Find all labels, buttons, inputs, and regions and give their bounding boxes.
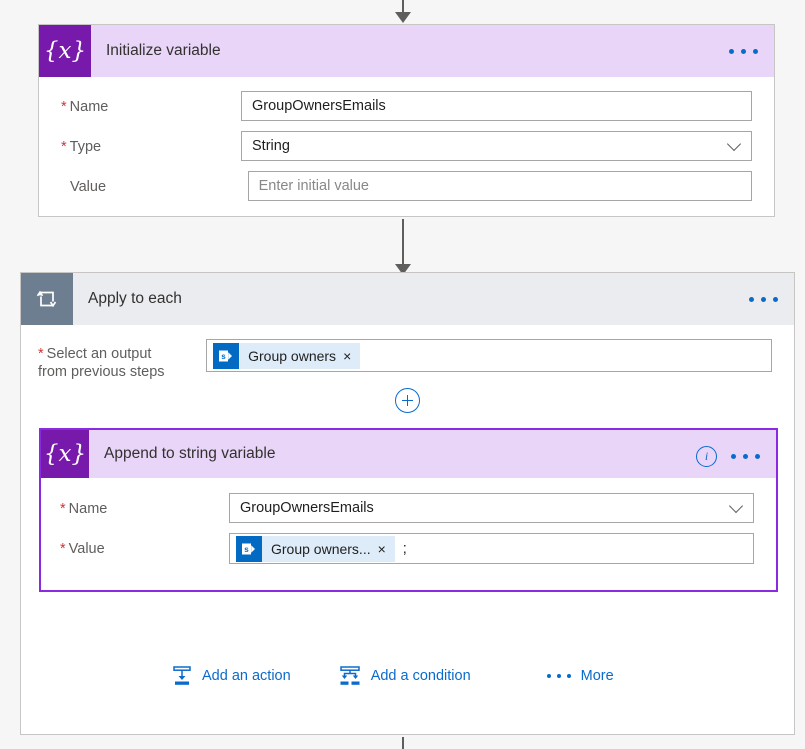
footer-actions: Add an action Add a condition More [171,665,614,687]
add-an-action-button[interactable]: Add an action [171,665,291,687]
select-output-input[interactable]: s Group owners × [206,339,772,372]
loop-repeat-icon [21,273,73,325]
add-an-action-label: Add an action [202,668,291,684]
append-name-label: * Name [60,501,108,517]
add-a-condition-label: Add a condition [370,668,471,684]
required-asterisk: * [38,346,44,362]
required-asterisk: * [60,501,66,517]
name-label: * Name [61,99,109,115]
apply-to-each-card[interactable]: Apply to each * Select an output from pre… [20,272,795,735]
ellipsis-menu-icon[interactable] [749,296,778,302]
select-output-label: * Select an output from previous steps [38,346,165,381]
chevron-down-icon [726,136,742,152]
add-a-condition-button[interactable]: Add a condition [338,665,471,687]
token-chip-group-owners[interactable]: s Group owners... × [236,535,395,562]
token-chip-label: Group owners [248,347,337,364]
more-dots-icon [546,674,571,678]
value-trailing-text: ; [402,540,407,557]
sharepoint-icon: s [213,342,240,369]
initialize-variable-header: {x} Initialize variable [39,25,774,77]
add-action-icon [171,665,193,687]
name-input[interactable]: GroupOwnersEmails [241,91,752,121]
value-label: Value [70,179,107,195]
ellipsis-menu-icon[interactable] [729,48,758,54]
ellipsis-menu-icon[interactable] [731,453,760,459]
variable-braces-icon: {x} [39,25,91,77]
svg-text:s: s [244,545,249,554]
field-row-append-value: * Value s Group owners... × ; [41,533,776,564]
append-to-string-variable-card[interactable]: {x} Append to string variable i * Name G… [39,428,778,592]
arrow-down-icon [394,12,411,23]
connector-bottom [0,737,805,749]
type-dropdown[interactable]: String [241,131,752,161]
more-button[interactable]: More [546,668,614,684]
add-step-button[interactable] [395,388,420,413]
field-row-append-name: * Name GroupOwnersEmails [41,493,776,523]
apply-to-each-header: Apply to each [21,273,794,325]
info-icon[interactable]: i [696,445,717,467]
append-value-input[interactable]: s Group owners... × ; [229,533,754,564]
token-chip-label: Group owners... [271,540,371,557]
variable-braces-icon: {x} [41,430,89,478]
close-icon[interactable]: × [343,349,360,363]
token-chip-group-owners[interactable]: s Group owners × [213,342,361,369]
sharepoint-icon: s [236,535,262,562]
append-card-header: {x} Append to string variable i [41,430,776,478]
value-input[interactable]: Enter initial value [247,171,752,201]
field-row-type: * Type String [39,131,774,161]
more-label: More [580,668,614,684]
field-row-select-output: * Select an output from previous steps s … [21,339,794,381]
initialize-variable-title: Initialize variable [106,42,221,59]
append-name-dropdown[interactable]: GroupOwnersEmails [229,493,754,523]
required-asterisk: * [61,99,67,115]
add-condition-icon [338,665,362,687]
connector-middle [0,219,805,275]
field-row-value: Value Enter initial value [39,171,774,201]
connector-top [0,0,805,23]
apply-to-each-title: Apply to each [88,290,182,307]
initialize-variable-card[interactable]: {x} Initialize variable * Name GroupOwne… [38,24,775,217]
initialize-variable-body: * Name GroupOwnersEmails * Type String V… [39,91,774,201]
chevron-down-icon [728,498,744,514]
close-icon[interactable]: × [378,542,395,556]
type-label: * Type [61,139,102,155]
required-asterisk: * [60,541,66,557]
svg-text:s: s [221,352,226,361]
required-asterisk: * [61,139,67,155]
append-card-title: Append to string variable [104,445,276,462]
field-row-name: * Name GroupOwnersEmails [39,91,774,121]
append-value-label: * Value [60,541,105,557]
